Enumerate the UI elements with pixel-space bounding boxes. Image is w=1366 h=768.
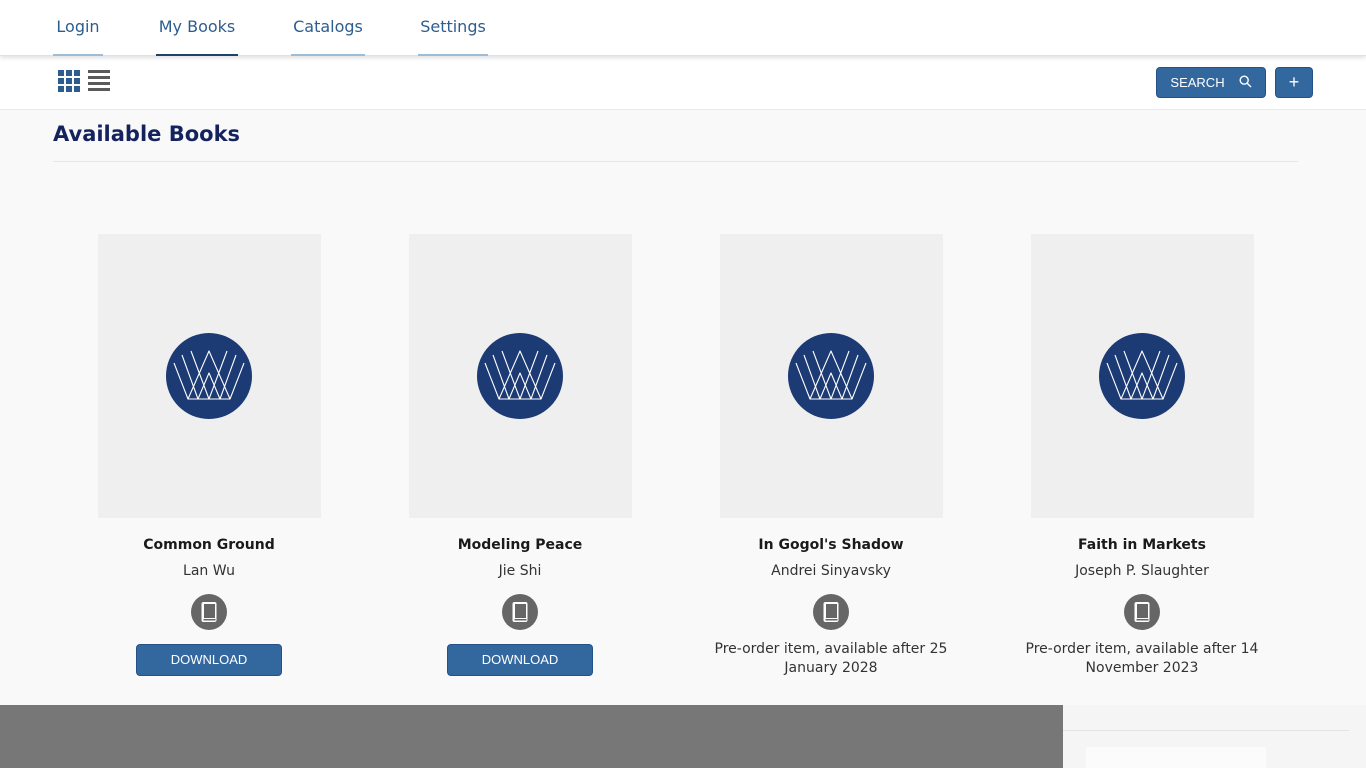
title-divider [53, 161, 1298, 162]
book-title[interactable]: In Gogol's Shadow [706, 537, 956, 554]
ebook-format-icon [813, 594, 849, 630]
book-author: Jie Shi [498, 563, 542, 579]
book-title[interactable]: Faith in Markets [1017, 537, 1267, 554]
tab-catalogs[interactable]: Catalogs [291, 0, 365, 56]
book-card: Common Ground Lan Wu DOWNLOAD [84, 234, 334, 676]
search-button[interactable]: SEARCH [1156, 67, 1266, 98]
book-author: Joseph P. Slaughter [1075, 563, 1209, 579]
panel-box [1086, 747, 1266, 768]
book-title[interactable]: Common Ground [84, 537, 334, 554]
book-cover[interactable] [719, 234, 943, 518]
top-navigation: Login My Books Catalogs Settings [0, 0, 1366, 56]
tab-login[interactable]: Login [53, 0, 103, 56]
book-card: Faith in Markets Joseph P. Slaughter Pre… [1017, 234, 1267, 678]
page-title: Available Books [53, 122, 241, 146]
list-view-icon[interactable] [88, 70, 110, 92]
publisher-logo-icon [477, 333, 563, 419]
search-icon [1239, 74, 1252, 91]
panel-divider [1063, 730, 1349, 731]
book-author: Lan Wu [183, 563, 235, 579]
side-panel [1063, 705, 1366, 768]
modal-backdrop [0, 705, 1063, 768]
grid-view-icon[interactable] [58, 70, 80, 92]
book-cover[interactable] [408, 234, 632, 518]
preorder-notice: Pre-order item, available after 14 Novem… [1025, 641, 1259, 676]
book-cover[interactable] [1030, 234, 1254, 518]
tab-settings[interactable]: Settings [418, 0, 488, 56]
publisher-logo-icon [166, 333, 252, 419]
download-button[interactable]: DOWNLOAD [447, 644, 593, 676]
book-card: In Gogol's Shadow Andrei Sinyavsky Pre-o… [706, 234, 956, 678]
preorder-notice: Pre-order item, available after 25 Janua… [714, 641, 948, 676]
search-button-label: SEARCH [1170, 75, 1225, 90]
download-button[interactable]: DOWNLOAD [136, 644, 282, 676]
add-button[interactable]: + [1275, 67, 1313, 98]
book-card: Modeling Peace Jie Shi DOWNLOAD [395, 234, 645, 676]
ebook-format-icon [502, 594, 538, 630]
book-title[interactable]: Modeling Peace [395, 537, 645, 554]
publisher-logo-icon [1099, 333, 1185, 419]
ebook-format-icon [191, 594, 227, 630]
toolbar: SEARCH + [0, 56, 1366, 110]
book-cover[interactable] [97, 234, 321, 518]
publisher-logo-icon [788, 333, 874, 419]
ebook-format-icon [1124, 594, 1160, 630]
book-author: Andrei Sinyavsky [771, 563, 891, 579]
tab-my-books[interactable]: My Books [156, 0, 238, 56]
